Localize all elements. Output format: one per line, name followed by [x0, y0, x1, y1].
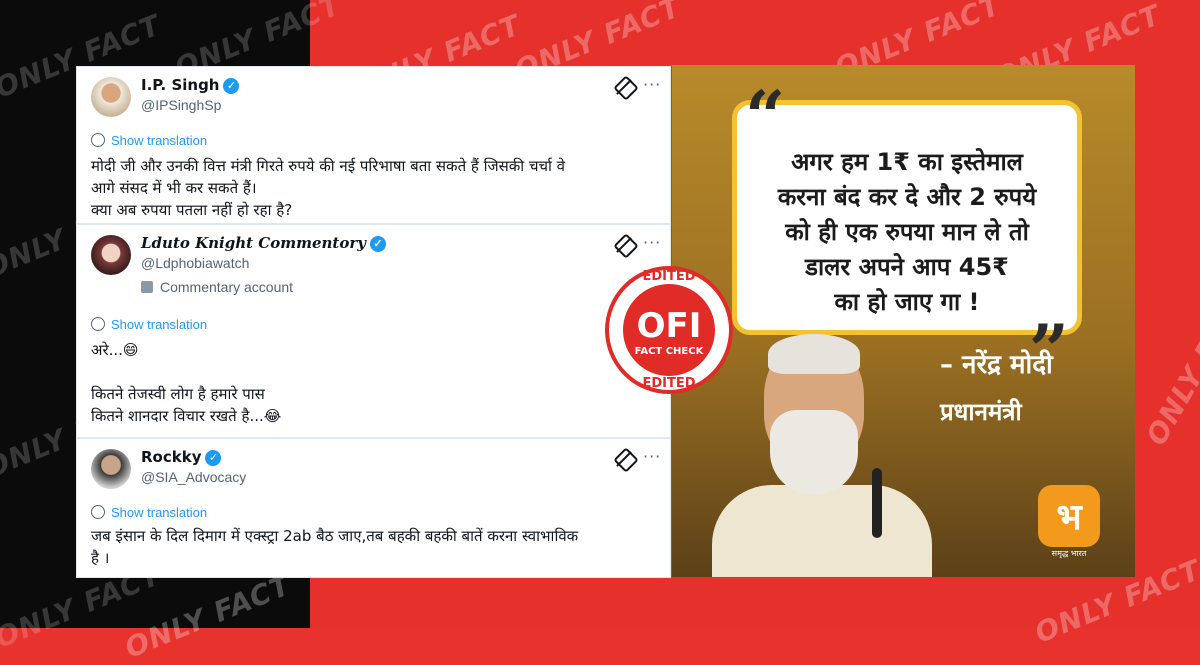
verified-badge-icon: ✓: [205, 449, 222, 466]
tweet-text-line: कितने तेजस्वी लोग है हमारे पास: [91, 385, 265, 403]
author-name[interactable]: I.P. Singh: [141, 76, 219, 94]
tweet-card[interactable]: Rockky ✓ @SIA_Advocacy ··· Show translati…: [76, 438, 671, 578]
show-translation-label[interactable]: Show translation: [111, 505, 207, 520]
show-translation-label[interactable]: Show translation: [111, 317, 207, 332]
author-handle[interactable]: @IPSinghSp: [141, 97, 221, 113]
speaker-hair: [768, 334, 860, 374]
logo-sub: समृद्ध भारत: [1051, 549, 1087, 558]
tweet-text-line: क्या अब रुपया पतला नहीं हो रहा है?: [91, 201, 293, 219]
more-options-icon[interactable]: ···: [643, 75, 661, 94]
tweet-text-line: आगे संसद में भी कर सकते हैं।: [91, 179, 257, 197]
globe-icon: [91, 133, 105, 147]
quote-line: को ही एक रुपया मान ले तो: [785, 218, 1029, 246]
quote-line: का हो जाए गा !: [834, 288, 980, 316]
attribution-name: – नरेंद्र मोदी: [940, 350, 1053, 380]
speaker-beard: [770, 410, 858, 495]
grok-icon[interactable]: [613, 233, 639, 259]
commentary-account-label: Commentary account: [141, 279, 293, 295]
tweet-text: मोदी जी और उनकी वित्त मंत्री गिरते रुपये…: [91, 155, 661, 221]
more-options-icon[interactable]: ···: [643, 233, 661, 252]
globe-icon: [91, 505, 105, 519]
tweet-text: जब इंसान के दिल दिमाग में एक्स्ट्रा 2ab …: [91, 525, 661, 569]
tweet-stack: I.P. Singh ✓ @IPSinghSp ··· Show translat…: [76, 66, 671, 578]
quote-line: करना बंद कर दे और 2 रुपये: [777, 183, 1037, 211]
show-translation-link[interactable]: Show translation: [91, 505, 207, 520]
tweet-author[interactable]: I.P. Singh ✓: [141, 76, 240, 94]
quote-line: डालर अपने आप 45₹: [805, 253, 1009, 281]
author-handle[interactable]: @SIA_Advocacy: [141, 469, 246, 485]
avatar[interactable]: [91, 449, 131, 489]
edited-stamp: OFI FACT CHECK EDITED EDITED: [605, 266, 733, 394]
show-translation-link[interactable]: Show translation: [91, 317, 207, 332]
quote-text: अगर हम 1₹ का इस्तेमाल करना बंद कर दे और …: [747, 145, 1067, 320]
author-name[interactable]: Lduto Knight Commentory: [141, 234, 366, 252]
author-name[interactable]: Rockky: [141, 448, 201, 466]
verified-badge-icon: ✓: [223, 77, 240, 94]
stamp-top-text: EDITED: [642, 269, 696, 284]
tweet-text-line: जब इंसान के दिल दिमाग में एक्स्ट्रा 2ab …: [91, 527, 579, 545]
show-translation-label[interactable]: Show translation: [111, 133, 207, 148]
logo-char: भ: [1056, 497, 1082, 538]
microphone-icon: [872, 468, 882, 538]
tweet-card[interactable]: Lduto Knight Commentory ✓ @Ldphobiawatch …: [76, 224, 671, 438]
tweet-author[interactable]: Lduto Knight Commentory ✓: [141, 234, 386, 252]
tweet-card[interactable]: I.P. Singh ✓ @IPSinghSp ··· Show translat…: [76, 66, 671, 224]
commentary-icon: [141, 281, 153, 293]
stamp-bottom-text: EDITED: [642, 376, 696, 391]
more-options-icon[interactable]: ···: [643, 447, 661, 466]
show-translation-link[interactable]: Show translation: [91, 133, 207, 148]
tweet-text: अरे...😄 कितने तेजस्वी लोग है हमारे पास क…: [91, 339, 661, 427]
stamp-sub-text: FACT CHECK: [634, 346, 704, 357]
verified-badge-icon: ✓: [369, 236, 386, 252]
tweet-text-line: [91, 361, 661, 383]
speaker-body: [712, 485, 932, 577]
avatar[interactable]: [91, 235, 131, 275]
quote-box: “ ” अगर हम 1₹ का इस्तेमाल करना बंद कर दे…: [732, 75, 1082, 392]
stamp-center-text: OFI: [636, 306, 702, 346]
commentary-text: Commentary account: [160, 279, 294, 295]
grok-icon[interactable]: [613, 75, 639, 101]
grok-icon[interactable]: [613, 447, 639, 473]
avatar[interactable]: [91, 77, 131, 117]
attribution-role: प्रधानमंत्री: [940, 398, 1022, 426]
stamp-core: OFI FACT CHECK: [623, 284, 715, 376]
tweet-text-line: अरे...😄: [91, 341, 139, 359]
quote-poster-image: “ ” अगर हम 1₹ का इस्तेमाल करना बंद कर दे…: [672, 65, 1135, 577]
channel-logo: भ समृद्ध भारत: [1038, 485, 1100, 558]
globe-icon: [91, 317, 105, 331]
tweet-author[interactable]: Rockky ✓: [141, 448, 222, 466]
tweet-text-line: है ।: [91, 549, 110, 567]
author-handle[interactable]: @Ldphobiawatch: [141, 255, 249, 271]
tweet-text-line: मोदी जी और उनकी वित्त मंत्री गिरते रुपये…: [91, 157, 566, 175]
speaker-photo: [712, 320, 932, 577]
tweet-text-line: कितने शानदार विचार रखते है...😂: [91, 407, 282, 425]
quote-line: अगर हम 1₹ का इस्तेमाल: [791, 148, 1023, 176]
